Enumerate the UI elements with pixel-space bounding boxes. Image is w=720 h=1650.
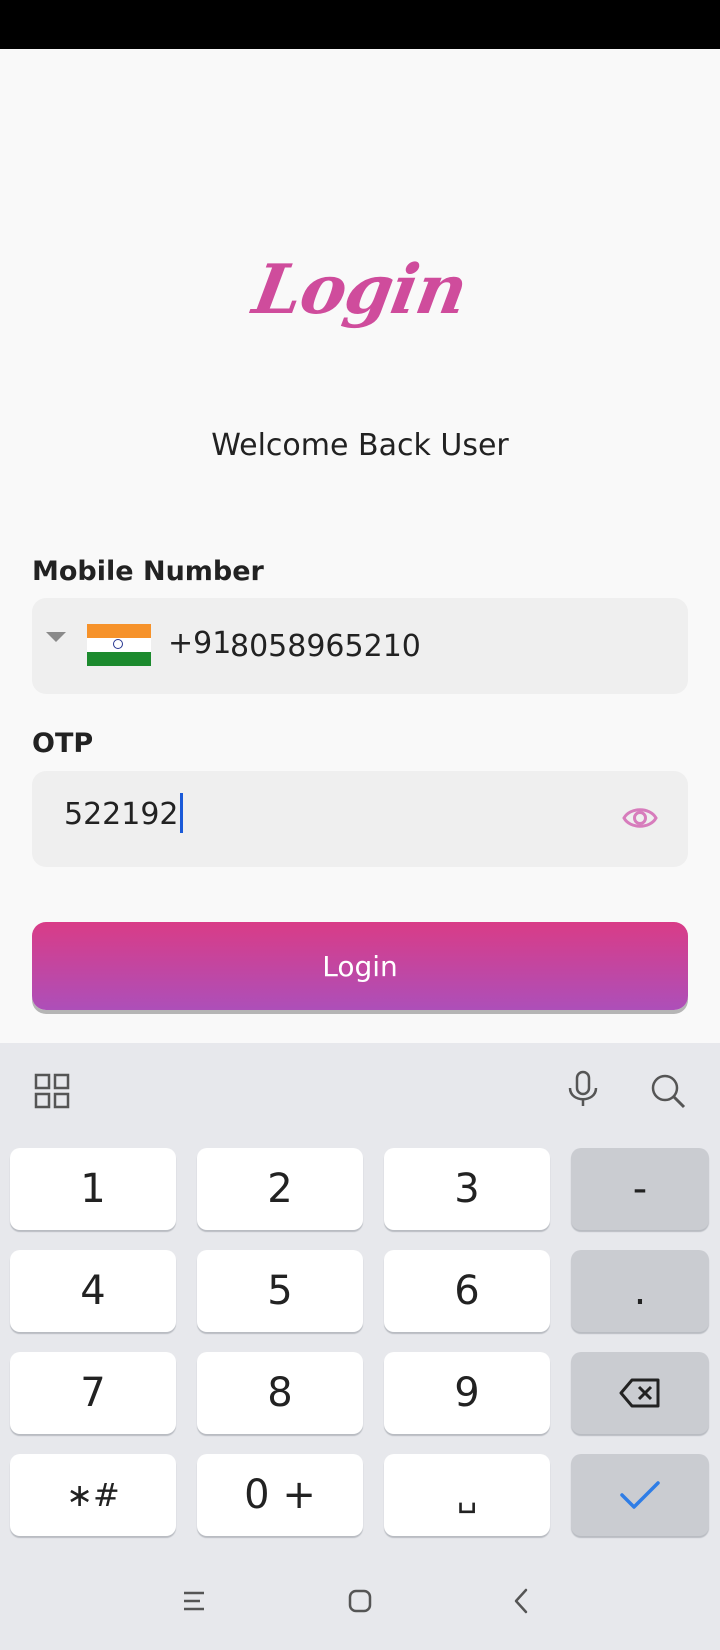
dial-code: +91 <box>168 626 232 661</box>
key-3[interactable]: 3 <box>384 1148 550 1230</box>
otp-label: OTP <box>32 728 94 759</box>
navigation-bar <box>0 1555 720 1650</box>
key-minus[interactable]: - <box>571 1148 709 1230</box>
key-8[interactable]: 8 <box>197 1352 363 1434</box>
microphone-icon[interactable] <box>563 1069 603 1109</box>
backspace-key[interactable] <box>571 1352 709 1434</box>
country-dropdown-icon[interactable] <box>46 632 66 642</box>
key-9[interactable]: 9 <box>384 1352 550 1434</box>
otp-field[interactable]: 522192 <box>32 771 688 867</box>
key-1[interactable]: 1 <box>10 1148 176 1230</box>
key-5[interactable]: 5 <box>197 1250 363 1332</box>
home-icon[interactable] <box>344 1585 376 1617</box>
key-6[interactable]: 6 <box>384 1250 550 1332</box>
page-title: Login <box>247 250 473 330</box>
backspace-icon <box>619 1378 660 1408</box>
key-space[interactable]: ␣ <box>384 1454 550 1536</box>
apps-grid-icon[interactable] <box>32 1071 72 1111</box>
mobile-number-field: +91 <box>32 598 688 694</box>
key-star-hash[interactable]: ∗# <box>10 1454 176 1536</box>
mobile-number-label: Mobile Number <box>32 556 264 587</box>
otp-input-text[interactable]: 522192 <box>64 792 183 833</box>
key-zero-plus[interactable]: 0 + <box>197 1454 363 1536</box>
back-icon[interactable] <box>506 1585 538 1617</box>
mobile-number-input[interactable] <box>230 618 650 674</box>
key-2[interactable]: 2 <box>197 1148 363 1230</box>
key-4[interactable]: 4 <box>10 1250 176 1332</box>
done-check-icon <box>620 1481 660 1509</box>
status-bar <box>0 0 720 49</box>
eye-icon[interactable] <box>622 803 658 833</box>
india-flag-icon[interactable] <box>87 624 151 666</box>
text-cursor <box>179 792 183 833</box>
recents-icon[interactable] <box>178 1585 210 1617</box>
key-period[interactable]: . <box>571 1250 709 1332</box>
login-button[interactable]: Login <box>32 922 688 1010</box>
key-7[interactable]: 7 <box>10 1352 176 1434</box>
search-icon[interactable] <box>648 1071 688 1111</box>
welcome-subtitle: Welcome Back User <box>211 428 509 463</box>
done-key[interactable] <box>571 1454 709 1536</box>
